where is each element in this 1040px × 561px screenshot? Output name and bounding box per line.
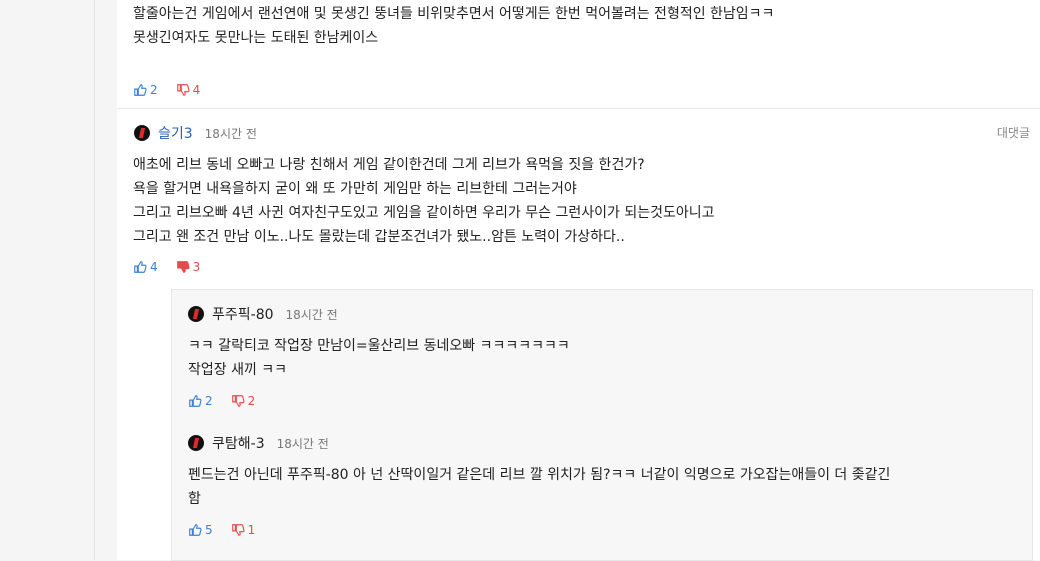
dislike-button[interactable]: 2: [231, 394, 256, 408]
left-gutter: [0, 0, 94, 560]
thumbs-down-icon: [231, 395, 245, 407]
avatar[interactable]: [188, 435, 204, 451]
nickname[interactable]: 푸주픽-80: [212, 304, 274, 324]
comment-line: 그리고 왠 조건 만남 이노..나도 몰랐는데 갑분조건녀가 됐노..암튼 노력…: [133, 229, 625, 245]
comment-divider: [117, 108, 1040, 109]
comment-text: 할줄아는건 게임에서 랜선연애 및 못생긴 뚱녀들 비위맞추면서 어떻게든 한번…: [133, 2, 774, 50]
nickname[interactable]: 쿠탐해-3: [212, 433, 265, 453]
nickname[interactable]: 슬기3: [158, 123, 193, 143]
like-count: 4: [150, 260, 158, 274]
like-count: 2: [205, 394, 213, 408]
avatar[interactable]: [188, 306, 204, 322]
comment-line: 그리고 리브오빠 4년 사귄 여자친구도있고 게임을 같이하면 우리가 무슨 그…: [133, 205, 715, 221]
avatar[interactable]: [134, 125, 150, 141]
dislike-button[interactable]: 1: [231, 523, 256, 537]
like-count: 2: [150, 83, 158, 97]
vote-bar: 4 3: [133, 260, 200, 274]
dislike-count: 4: [192, 83, 201, 97]
reply-text: 펜드는건 아닌데 푸주픽-80 아 넌 산딱이일거 같은데 리브 깔 위치가 됨…: [188, 463, 1018, 511]
thumbs-up-icon: [189, 395, 202, 407]
reply-button[interactable]: 대댓글: [997, 124, 1030, 141]
dislike-count: 2: [247, 394, 256, 408]
thumbs-down-icon: [231, 524, 245, 536]
comment-line: 할줄아는건 게임에서 랜선연애 및 못생긴 뚱녀들 비위맞추면서 어떻게든 한번…: [133, 6, 775, 22]
vote-bar: 5 1: [188, 523, 255, 537]
thumbs-up-icon: [189, 524, 202, 536]
reply-header: 푸주픽-80 18시간 전: [188, 304, 338, 324]
like-button[interactable]: 4: [133, 260, 158, 274]
like-button[interactable]: 2: [188, 394, 213, 408]
dislike-count: 3: [192, 260, 201, 274]
gutter-divider: [94, 0, 95, 560]
timestamp: 18시간 전: [285, 307, 338, 322]
thumbs-up-icon: [134, 261, 147, 273]
reply-line: 함: [188, 491, 201, 507]
reply-line: 펜드는건 아닌데 푸주픽-80 아 넌 산딱이일거 같은데 리브 깔 위치가 됨…: [188, 467, 891, 483]
thumbs-down-icon: [176, 261, 190, 273]
comment-text: 애초에 리브 동네 오빠고 나랑 친해서 게임 같이한건데 그게 리브가 욕먹을…: [133, 153, 715, 249]
like-button[interactable]: 5: [188, 523, 213, 537]
reply-item: 쿠탐해-3 18시간 전 펜드는건 아닌데 푸주픽-80 아 넌 산딱이일거 같…: [171, 419, 1033, 561]
dislike-button[interactable]: 4: [176, 83, 201, 97]
like-count: 5: [205, 523, 213, 537]
comment-line: 욕을 할거면 내욕을하지 굳이 왜 또 가만히 게임만 하는 리브한테 그러는거…: [133, 181, 577, 197]
timestamp: 18시간 전: [276, 436, 329, 451]
comment-line: 못생긴여자도 못만나는 도태된 한남케이스: [133, 30, 379, 46]
reply-line: ㅋㅋ 갈락티코 작업장 만남이=울산리브 동네오빠 ㅋㅋㅋㅋㅋㅋㅋ: [188, 338, 570, 354]
reply-line: 작업장 새끼 ㅋㅋ: [188, 362, 288, 378]
reply-item: 푸주픽-80 18시간 전 ㅋㅋ 갈락티코 작업장 만남이=울산리브 동네오빠 …: [171, 289, 1033, 421]
reply-text: ㅋㅋ 갈락티코 작업장 만남이=울산리브 동네오빠 ㅋㅋㅋㅋㅋㅋㅋ 작업장 새끼…: [188, 334, 1018, 382]
vote-bar: 2 2: [188, 394, 255, 408]
comment-header: 슬기3 18시간 전: [134, 123, 257, 143]
dislike-button[interactable]: 3: [176, 260, 201, 274]
comment-line: 애초에 리브 동네 오빠고 나랑 친해서 게임 같이한건데 그게 리브가 욕먹을…: [133, 157, 645, 173]
dislike-count: 1: [247, 523, 256, 537]
thumbs-up-icon: [134, 84, 147, 96]
vote-bar: 2 4: [133, 83, 200, 97]
reply-header: 쿠탐해-3 18시간 전: [188, 433, 329, 453]
like-button[interactable]: 2: [133, 83, 158, 97]
timestamp: 18시간 전: [204, 126, 257, 141]
thumbs-down-icon: [176, 84, 190, 96]
